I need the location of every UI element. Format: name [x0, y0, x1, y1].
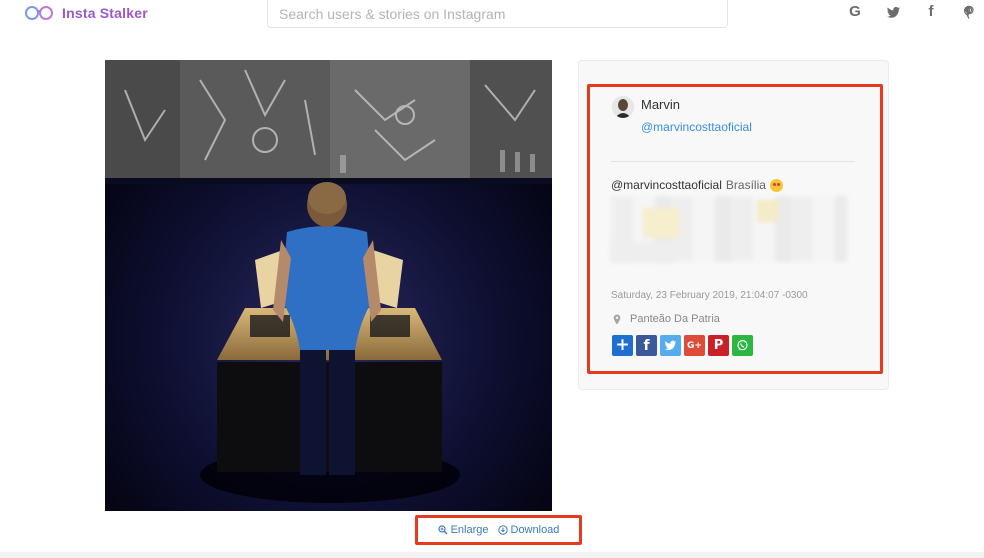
twitter-bird-icon [664, 340, 677, 351]
download-link[interactable]: Download [497, 524, 560, 536]
logo[interactable]: Insta Stalker [24, 3, 148, 23]
user-avatar-image [612, 96, 634, 118]
user-name[interactable]: Marvin [641, 97, 680, 112]
photo-actions-box: Enlarge Download [415, 515, 582, 545]
twitter-icon[interactable] [874, 3, 912, 21]
caption-place: Brasília [725, 178, 766, 192]
pinterest-icon[interactable] [950, 3, 984, 21]
addthis-share-button[interactable]: + [612, 335, 633, 356]
facebook-share-button[interactable]: f [636, 335, 657, 356]
header-social-links: G f [836, 3, 984, 21]
divider [611, 161, 855, 162]
google-plus-share-button[interactable]: G+ [684, 335, 705, 356]
avatar[interactable] [612, 96, 634, 118]
facebook-icon: f [643, 337, 650, 354]
post-caption: @marvincosttaoficial Brasília [611, 178, 783, 192]
pinterest-share-button[interactable]: P [708, 335, 729, 356]
whatsapp-share-button[interactable] [732, 335, 753, 356]
glasses-logo-icon [25, 6, 53, 20]
plus-icon: + [615, 335, 630, 355]
facebook-icon[interactable]: f [912, 3, 950, 21]
whatsapp-icon [737, 340, 748, 351]
page-bottom-strip [0, 552, 984, 558]
google-plus-icon: G+ [687, 340, 702, 351]
zoom-in-icon [437, 525, 448, 535]
share-buttons: + f G+ P [612, 335, 753, 356]
top-header: Insta Stalker G f [0, 0, 984, 34]
download-label: Download [510, 524, 560, 536]
enlarge-link[interactable]: Enlarge [437, 524, 489, 536]
caption-mention[interactable]: @marvincosttaoficial [611, 178, 722, 192]
search-box [267, 0, 728, 28]
pinterest-icon: P [713, 338, 724, 353]
post-photo[interactable] [105, 60, 552, 511]
location-name[interactable]: Panteão Da Patria [630, 313, 720, 325]
post-date: Saturday, 23 February 2019, 21:04:07 -03… [611, 290, 808, 301]
search-input[interactable] [268, 0, 727, 27]
user-handle-link[interactable]: @marvincosttaoficial [641, 120, 752, 134]
twitter-share-button[interactable] [660, 335, 681, 356]
map-pin-icon [613, 314, 621, 324]
post-location: Panteão Da Patria [613, 313, 720, 325]
enlarge-label: Enlarge [450, 524, 489, 536]
download-icon [497, 525, 508, 535]
logo-text: Insta Stalker [62, 5, 148, 21]
google-icon[interactable]: G [836, 3, 874, 21]
blurred-caption-text-line [611, 242, 673, 262]
heart-eyes-emoji-icon [769, 178, 783, 192]
museum-scene-image [105, 60, 552, 511]
